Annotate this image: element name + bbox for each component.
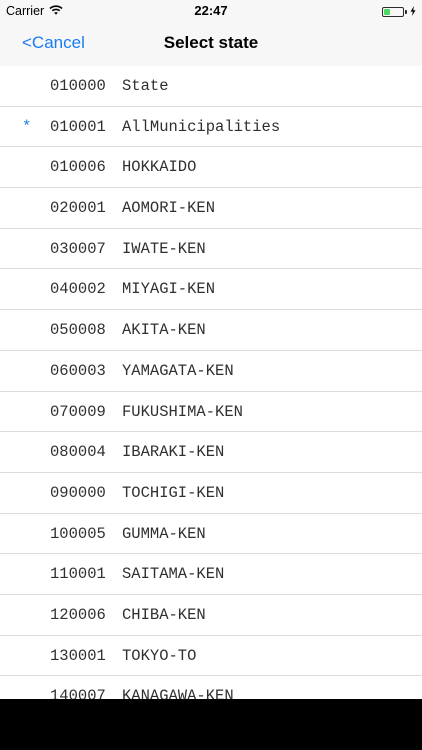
state-name: SAITAMA-KEN	[122, 565, 225, 584]
state-code: 140007	[50, 687, 106, 699]
list-item[interactable]: 010006 HOKKAIDO	[0, 147, 422, 189]
state-code: 110001	[50, 565, 106, 584]
state-name: TOCHIGI-KEN	[122, 483, 225, 502]
list-item[interactable]: 140007 KANAGAWA-KEN	[0, 676, 422, 699]
list-item[interactable]: 010000 State	[0, 66, 422, 107]
battery-level-fill	[384, 9, 391, 15]
state-code: 100005	[50, 524, 106, 543]
list-item[interactable]: 110001 SAITAMA-KEN	[0, 554, 422, 595]
list-item[interactable]: 060003 YAMAGATA-KEN	[0, 351, 422, 392]
state-name: HOKKAIDO	[122, 158, 197, 177]
list-item[interactable]: 020001 AOMORI-KEN	[0, 188, 422, 229]
battery-cap	[405, 10, 407, 14]
status-bar: Carrier 22:47	[0, 0, 422, 22]
state-name: GUMMA-KEN	[122, 524, 206, 543]
charging-icon	[410, 5, 416, 19]
state-name: AOMORI-KEN	[122, 199, 216, 218]
state-name: KANAGAWA-KEN	[122, 687, 234, 699]
state-code: 120006	[50, 605, 106, 624]
state-name: IWATE-KEN	[122, 239, 206, 258]
list-item[interactable]: 090000 TOCHIGI-KEN	[0, 473, 422, 514]
state-code: 060003	[50, 361, 106, 380]
state-name: AllMunicipalities	[122, 117, 281, 136]
list-item[interactable]: 070009 FUKUSHIMA-KEN	[0, 392, 422, 433]
selected-mark: *	[22, 117, 32, 136]
battery-icon	[382, 7, 404, 17]
state-code: 130001	[50, 646, 106, 665]
page-title: Select state	[163, 33, 259, 52]
state-name: YAMAGATA-KEN	[122, 361, 234, 380]
state-name: MIYAGI-KEN	[122, 280, 216, 299]
list-item[interactable]: 100005 GUMMA-KEN	[0, 514, 422, 555]
list-item[interactable]: 080004 IBARAKI-KEN	[0, 432, 422, 473]
state-name: AKITA-KEN	[122, 321, 206, 340]
bottom-black-bar	[0, 699, 422, 750]
state-code: 010006	[50, 158, 106, 177]
list-item[interactable]: 120006 CHIBA-KEN	[0, 595, 422, 636]
state-list[interactable]: 010000 State * 010001 AllMunicipalities 01000…	[0, 66, 422, 699]
list-item[interactable]: 030007 IWATE-KEN	[0, 229, 422, 270]
list-item[interactable]: 040002 MIYAGI-KEN	[0, 269, 422, 311]
list-item[interactable]: * 010001 AllMunicipalities	[0, 107, 422, 148]
state-name: TOKYO-TO	[122, 646, 197, 665]
battery-indicator	[382, 5, 416, 19]
state-code: 040002	[50, 280, 106, 299]
status-time: 22:47	[194, 3, 228, 18]
state-code: 010000	[50, 77, 106, 95]
state-code: 050008	[50, 321, 106, 340]
state-code: 030007	[50, 239, 106, 258]
state-code: 020001	[50, 199, 106, 218]
state-name: State	[122, 77, 169, 95]
state-name: FUKUSHIMA-KEN	[122, 402, 243, 421]
state-name: CHIBA-KEN	[122, 605, 206, 624]
state-code: 090000	[50, 483, 106, 502]
navigation-bar: <Cancel Select state	[0, 22, 422, 66]
state-code: 080004	[50, 443, 106, 462]
state-code: 010001	[50, 117, 106, 136]
state-code: 070009	[50, 402, 106, 421]
list-item[interactable]: 130001 TOKYO-TO	[0, 636, 422, 677]
state-name: IBARAKI-KEN	[122, 443, 225, 462]
list-item[interactable]: 050008 AKITA-KEN	[0, 310, 422, 351]
